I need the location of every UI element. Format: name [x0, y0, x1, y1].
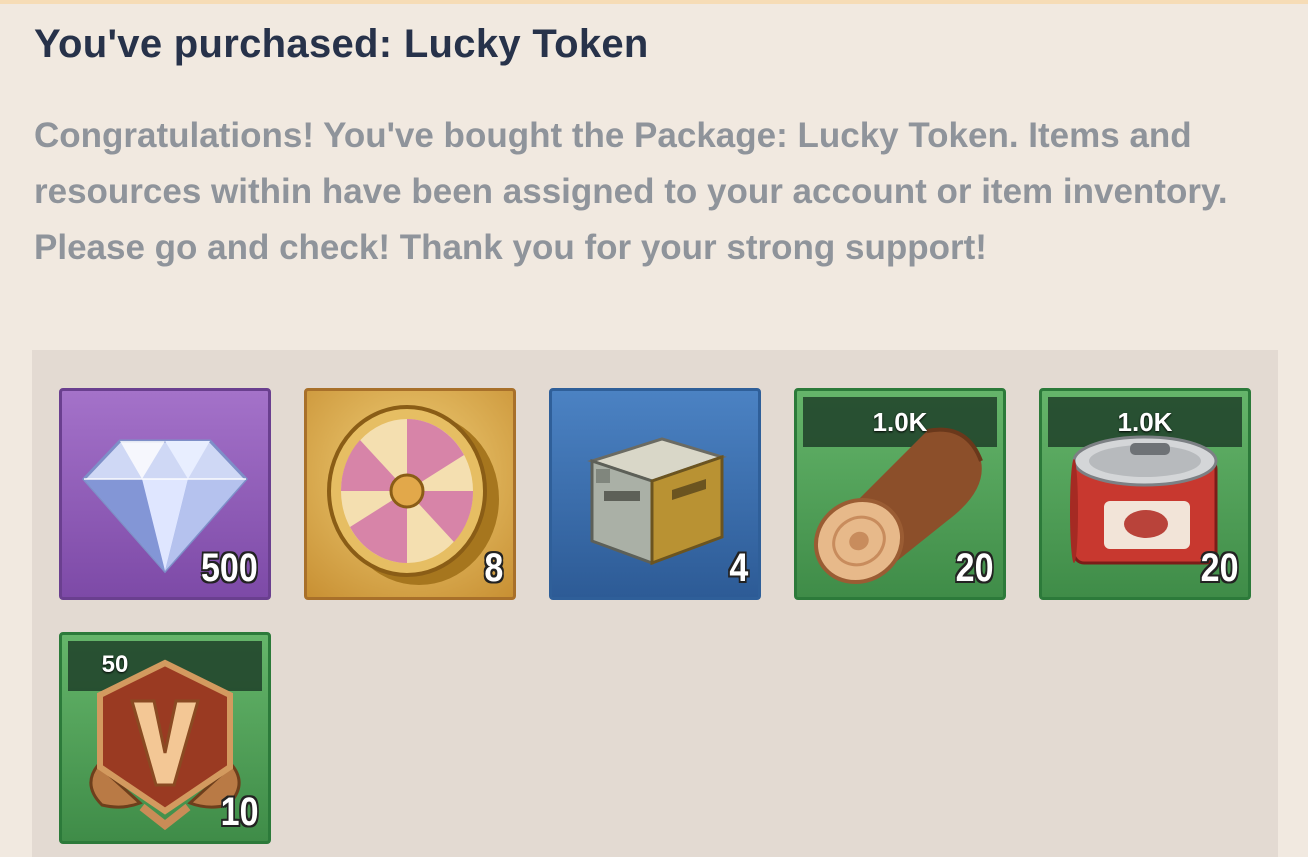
dialog-title: You've purchased: Lucky Token	[34, 22, 649, 66]
top-accent-line	[0, 0, 1308, 4]
reward-grid: 500 8 4 1.0K 20 1.0K 20 50 10	[32, 350, 1278, 857]
reward-item-lucky-token[interactable]: 8	[304, 388, 516, 600]
lucky-wheel-token-icon	[327, 405, 499, 585]
reward-item-supply-crate[interactable]: 4	[549, 388, 761, 600]
reward-count: 20	[955, 546, 993, 590]
resource-amount-label: 1.0K	[872, 407, 928, 437]
reward-item-diamond[interactable]: 500	[59, 388, 271, 600]
resource-amount-label: 1.0K	[1117, 407, 1173, 437]
dialog-message: Congratulations! You've bought the Packa…	[34, 116, 1228, 267]
reward-count: 4	[729, 546, 748, 590]
resource-amount-label: 50	[101, 651, 129, 678]
reward-count: 10	[220, 790, 258, 834]
supply-crate-icon	[587, 437, 727, 566]
reward-item-vip-points[interactable]: 50 10	[59, 632, 271, 844]
reward-item-wood[interactable]: 1.0K 20	[794, 388, 1006, 600]
reward-count: 500	[201, 546, 258, 590]
reward-count: 20	[1200, 546, 1238, 590]
reward-item-food[interactable]: 1.0K 20	[1039, 388, 1251, 600]
reward-count: 8	[484, 546, 503, 590]
